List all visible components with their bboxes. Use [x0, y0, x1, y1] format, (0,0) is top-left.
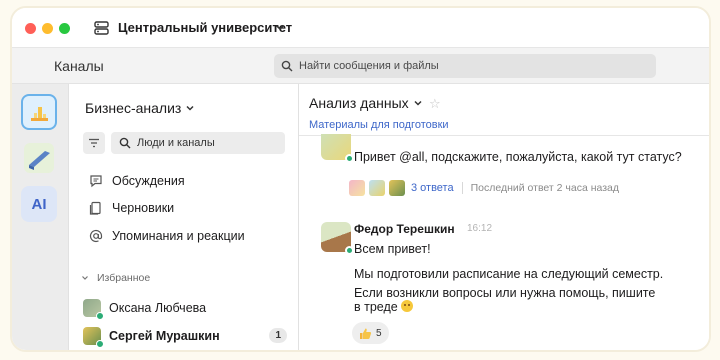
- app-tile-analytics[interactable]: [21, 94, 57, 130]
- online-status-indicator: [345, 246, 354, 255]
- avatar: [369, 180, 385, 196]
- sidebar-item-drafts[interactable]: Черновики: [89, 199, 174, 217]
- search-icon: [281, 60, 293, 72]
- favorites-title: Избранное: [97, 272, 151, 284]
- sidebar: Бизнес-анализ Люди и каналы Обсуждения Ч…: [69, 84, 299, 350]
- ai-app-label: AI: [31, 195, 47, 213]
- star-icon[interactable]: ☆: [429, 96, 441, 112]
- search-icon: [119, 137, 131, 149]
- section-title: Каналы: [54, 58, 104, 74]
- chevron-down-icon: [186, 105, 194, 111]
- title-bar: Центральный университет: [12, 8, 709, 48]
- reaction-count: 5: [376, 327, 382, 339]
- message-text: Всем привет!: [354, 242, 431, 256]
- channel-group-name: Бизнес-анализ: [85, 100, 182, 116]
- sidebar-item-label: Упоминания и реакции: [112, 229, 245, 243]
- sidebar-item-label: Черновики: [112, 201, 175, 215]
- search-placeholder: Найти сообщения и файлы: [299, 60, 439, 72]
- maximize-window-button[interactable]: [59, 23, 70, 34]
- message-sender[interactable]: Федор Терешкин: [354, 222, 455, 236]
- sidebar-item-label: Обсуждения: [112, 174, 185, 188]
- drafts-icon: [89, 201, 101, 215]
- thumbs-up-icon: [360, 328, 372, 339]
- channel-name: Анализ данных: [309, 95, 409, 111]
- filter-icon: [89, 138, 99, 148]
- thread-summary[interactable]: 3 ответа Последний ответ 2 часа назад: [349, 177, 619, 199]
- minimize-window-button[interactable]: [42, 23, 53, 34]
- sidebar-dm-oksana[interactable]: Оксана Любчева: [83, 298, 289, 320]
- app-tile-design[interactable]: [21, 140, 57, 176]
- reaction-thumbs-up[interactable]: 5: [352, 322, 389, 344]
- avatar: [389, 180, 405, 196]
- divider: [461, 182, 463, 194]
- people-search-placeholder: Люди и каналы: [137, 137, 215, 149]
- global-search-input[interactable]: Найти сообщения и файлы: [274, 54, 656, 78]
- header-bar: Каналы Найти сообщения и файлы: [12, 48, 709, 84]
- online-status-indicator: [96, 340, 104, 348]
- unread-badge: 1: [269, 328, 287, 343]
- dm-name: Сергей Мурашкин: [109, 329, 220, 343]
- filter-button[interactable]: [83, 132, 105, 154]
- channel-header: Анализ данных ☆ Материалы для подготовки: [299, 84, 709, 136]
- channel-group-selector[interactable]: Бизнес-анализ: [85, 100, 195, 116]
- online-status-indicator: [345, 154, 354, 163]
- layers-app-icon: [24, 143, 54, 173]
- channel-name-button[interactable]: Анализ данных: [309, 95, 423, 111]
- bar-chart-app-icon: [31, 107, 48, 121]
- favorites-section-toggle[interactable]: Избранное: [81, 272, 150, 284]
- avatar: [349, 180, 365, 196]
- dm-name: Оксана Любчева: [109, 301, 207, 315]
- people-search-input[interactable]: Люди и каналы: [111, 132, 285, 154]
- at-icon: [89, 229, 103, 243]
- winking-face-emoji-icon: [401, 300, 414, 312]
- avatar: [83, 327, 104, 348]
- chevron-down-icon[interactable]: [274, 21, 286, 33]
- avatar[interactable]: [321, 222, 354, 255]
- app-tile-ai[interactable]: AI: [21, 186, 57, 222]
- avatar[interactable]: [321, 134, 354, 163]
- message-text: в треде: [354, 300, 398, 314]
- online-status-indicator: [96, 312, 104, 320]
- sidebar-item-mentions[interactable]: Упоминания и реакции: [89, 227, 245, 245]
- channel-view: Анализ данных ☆ Материалы для подготовки…: [299, 84, 709, 350]
- sidebar-item-threads[interactable]: Обсуждения: [89, 172, 185, 190]
- avatar: [83, 299, 104, 320]
- message-timestamp[interactable]: 16:12: [467, 223, 492, 234]
- bookmark-link[interactable]: Материалы для подготовки: [309, 119, 449, 131]
- message-text: Мы подготовили расписание на следующий с…: [354, 267, 664, 281]
- message-text-last-line: в треде: [354, 298, 414, 317]
- message-text: Привет @all, подскажите, пожалуйста, как…: [354, 150, 682, 164]
- sidebar-dm-sergey[interactable]: Сергей Мурашкин 1: [83, 326, 289, 348]
- workspace-name[interactable]: Центральный университет: [118, 20, 292, 35]
- thread-last-reply: Последний ответ 2 часа назад: [470, 182, 620, 194]
- app-window: Центральный университет Каналы Найти соо…: [10, 6, 711, 352]
- app-rail: AI: [12, 84, 69, 350]
- chevron-down-icon: [82, 276, 88, 280]
- workspace-icon: [94, 21, 109, 35]
- chevron-down-icon: [414, 100, 422, 106]
- message-icon: [90, 175, 102, 188]
- thread-reply-count[interactable]: 3 ответа: [411, 182, 454, 194]
- close-window-button[interactable]: [25, 23, 36, 34]
